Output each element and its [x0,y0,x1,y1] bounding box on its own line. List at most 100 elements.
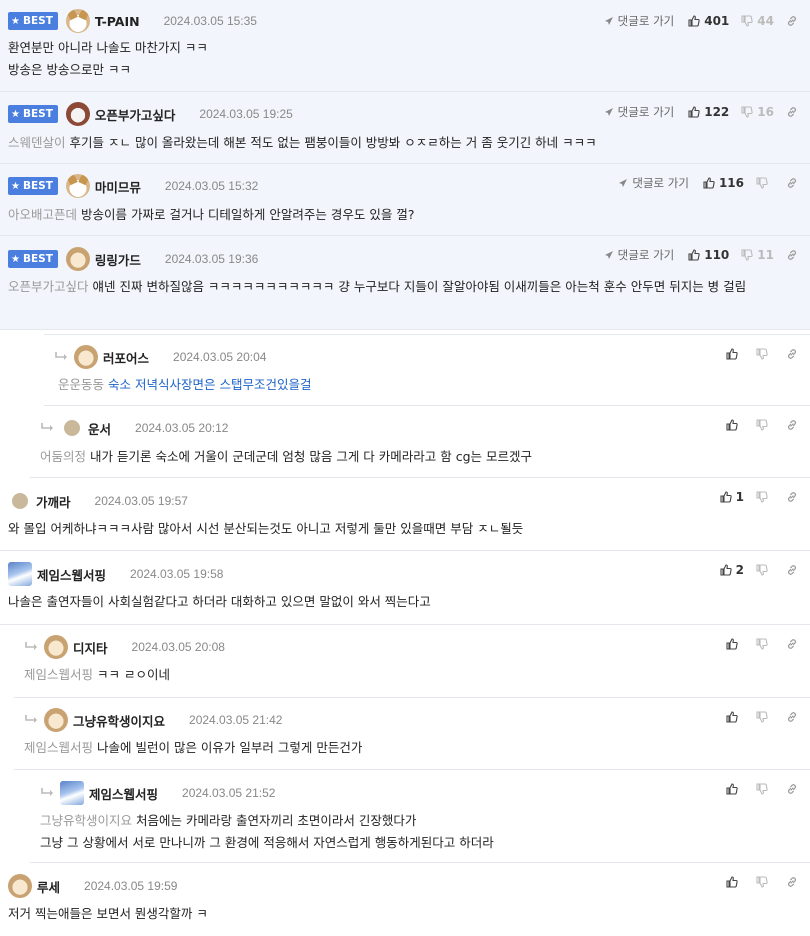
comment-date: 2024.03.05 20:08 [131,640,225,654]
mention-nickname[interactable]: 운운동동 [58,377,104,392]
share-link-button[interactable] [786,564,798,576]
mention-nickname[interactable]: 어둠의정 [40,449,86,464]
upvote-button[interactable] [726,638,742,650]
comment-text: 아오배고픈데 방송이름 가짜로 걸거나 디테일하게 안알려주는 경우도 있을 껄? [8,204,798,226]
share-link-button[interactable] [786,876,798,888]
reply-arrow-icon [54,351,70,363]
comment-actions [726,343,798,365]
downvote-button[interactable] [756,876,772,888]
upvote-button[interactable]: 2 [720,563,744,577]
mention-nickname[interactable]: 그냥유학생이지요 [40,813,132,828]
downvote-button[interactable]: 11 [741,248,774,262]
go-to-reply-button[interactable]: 댓글로 가기 [604,13,674,29]
white-dog-avatar[interactable] [65,174,90,198]
downvote-button[interactable] [756,564,772,576]
reply-arrow-icon [24,641,40,653]
puppy-avatar[interactable] [44,635,68,659]
white-dog-avatar[interactable] [65,9,90,33]
comment-body: 후기들 ㅈㄴ 많이 올라왔는데 해본 적도 없는 팸붕이들이 방방봐 ㅇㅈㄹ하는… [69,135,597,150]
bear-avatar[interactable] [65,102,90,126]
comment-text: 와 몰입 어케하냐ㅋㅋㅋ사람 많아서 시선 분산되는것도 아니고 저렇게 둘만 … [8,518,798,540]
thumbs-up-icon [726,783,738,795]
dot-avatar[interactable] [12,493,28,509]
share-link-button[interactable] [786,106,798,118]
upvote-button[interactable]: 401 [688,14,729,28]
comment-date: 2024.03.05 20:04 [173,350,267,364]
upvote-button[interactable]: 110 [688,248,729,262]
reply-arrow-icon [40,422,56,434]
best-badge: ★ BEST [8,105,58,123]
ghost-avatar[interactable] [8,562,32,586]
nickname[interactable]: 루세 [37,877,60,896]
upvote-button[interactable]: 122 [688,105,729,119]
mention-nickname[interactable]: 아오배고픈데 [8,207,77,222]
share-link-button[interactable] [786,711,798,723]
downvote-button[interactable] [756,491,772,503]
nickname[interactable]: 가깨라 [36,492,71,511]
share-link-button[interactable] [786,419,798,431]
comment-line: 환연분만 아니라 나솔도 마찬가지 ㅋㅋ [8,40,208,55]
upvote-button[interactable]: 1 [720,490,744,504]
nickname[interactable]: 제임스웹서핑 [37,565,106,584]
downvote-button[interactable] [756,419,772,431]
puppy-avatar[interactable] [8,874,32,898]
share-link-button[interactable] [786,177,798,189]
nickname[interactable]: 그냥유학생이지요 [73,711,165,730]
mention-nickname[interactable]: 오픈부가고싶다 [8,279,89,294]
comment-body: 내가 듣기론 숙소에 거울이 군데군데 엄청 많음 그게 다 카메라라고 함 c… [90,449,533,464]
mention-nickname[interactable]: 스웨덴살이 [8,135,66,150]
share-link-button[interactable] [786,783,798,795]
comment-text: 환연분만 아니라 나솔도 마찬가지 ㅋㅋ 방송은 방송으로만 ㅋㅋ [8,37,798,81]
send-arrow-icon [619,179,628,187]
comment-date: 2024.03.05 19:36 [164,252,259,266]
share-link-button[interactable] [786,249,798,261]
upvote-count: 401 [704,14,730,28]
nickname[interactable]: 디지타 [73,638,108,657]
downvote-button[interactable] [756,711,772,723]
go-to-reply-button[interactable]: 댓글로 가기 [604,104,674,120]
downvote-button[interactable] [756,177,772,189]
upvote-button[interactable] [726,783,742,795]
link-icon [788,420,796,430]
upvote-button[interactable] [726,876,742,888]
send-arrow-icon [604,108,613,116]
dot-avatar[interactable] [64,420,80,436]
nickname[interactable]: 마미므뮤 [95,177,141,196]
downvote-button[interactable]: 44 [741,14,774,28]
downvote-button[interactable]: 16 [741,105,774,119]
downvote-button[interactable] [756,638,772,650]
nickname[interactable]: 오픈부가고싶다 [95,105,176,124]
ghost-avatar[interactable] [60,781,84,805]
share-link-button[interactable] [786,638,798,650]
nickname[interactable]: 링링가드 [95,250,141,269]
puppy-avatar[interactable] [74,345,98,369]
send-arrow-icon [604,251,613,259]
upvote-button[interactable] [726,348,742,360]
nickname[interactable]: 운서 [88,419,111,438]
upvote-button[interactable] [726,711,742,723]
upvote-button[interactable] [726,419,742,431]
comment-item: 디지타 2024.03.05 20:08 제임스웹서핑 ㅋㅋ ㄹㅇ이네 [14,625,810,698]
mention-nickname[interactable]: 제임스웹서핑 [24,667,93,682]
upvote-count: 122 [704,105,730,119]
comment-actions [726,633,798,655]
puppy-avatar[interactable] [44,708,68,732]
nickname[interactable]: 러포어스 [103,348,149,367]
share-link-button[interactable] [786,491,798,503]
share-link-button[interactable] [786,15,798,27]
thumbs-down-icon [741,106,753,118]
go-to-reply-button[interactable]: 댓글로 가기 [604,247,674,263]
link-icon [788,16,796,26]
link-icon [788,492,796,502]
share-link-button[interactable] [786,348,798,360]
puppy-avatar[interactable] [65,247,90,271]
comment-body: 나솔은 출연자들이 사회실험같다고 하더라 대화하고 있으면 말없이 와서 찍는… [8,594,431,609]
mention-nickname[interactable]: 제임스웹서핑 [24,740,93,755]
nickname[interactable]: 제임스웹서핑 [89,784,158,803]
nickname[interactable]: T-PAIN [95,14,140,29]
upvote-button[interactable]: 116 [703,176,744,190]
go-to-reply-button[interactable]: 댓글로 가기 [618,175,689,191]
star-icon: ★ [11,180,20,192]
downvote-button[interactable] [756,348,772,360]
downvote-button[interactable] [756,783,772,795]
